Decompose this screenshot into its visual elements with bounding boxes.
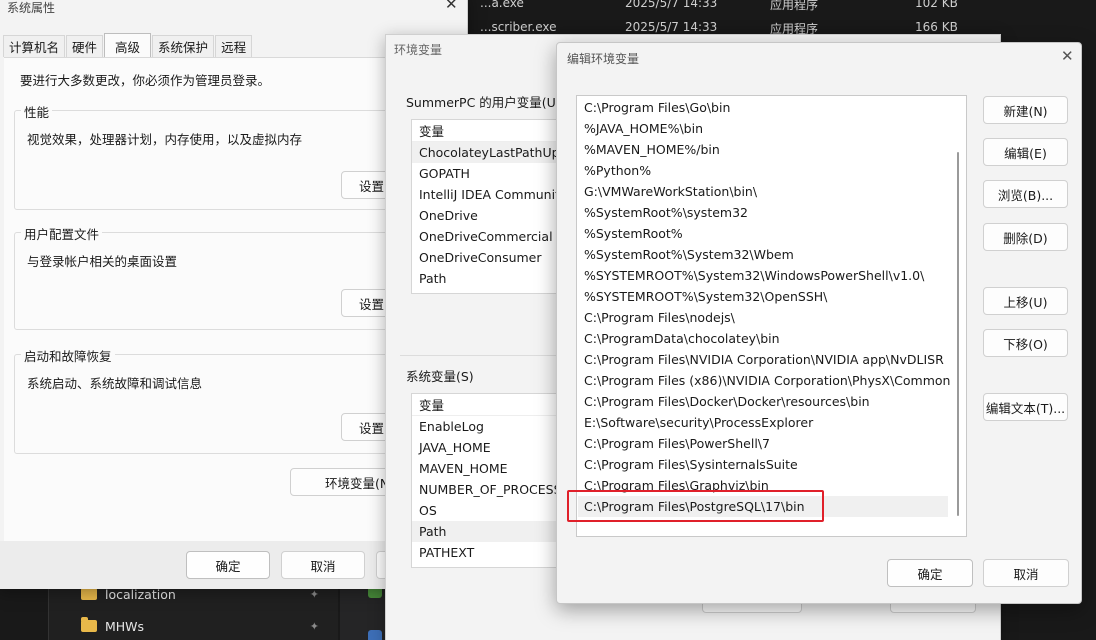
tab-system-protection[interactable]: 系统保护 — [152, 35, 215, 57]
path-item[interactable]: %SystemRoot%\system32 — [578, 202, 948, 223]
delete-button[interactable]: 删除(D) — [983, 223, 1068, 251]
file-size: 166 KB — [915, 20, 958, 34]
move-up-button[interactable]: 上移(U) — [983, 287, 1068, 315]
group-desc: 系统启动、系统故障和调试信息 — [27, 376, 203, 391]
new-button[interactable]: 新建(N) — [983, 96, 1068, 124]
group-desc: 与登录帐户相关的桌面设置 — [27, 254, 178, 269]
edit-button[interactable]: 编辑(E) — [983, 138, 1068, 166]
file-size: 102 KB — [915, 0, 958, 10]
explorer-sidebar: localization ✦ MHWs ✦ — [48, 580, 338, 640]
edit-text-button[interactable]: 编辑文本(T)... — [983, 393, 1068, 421]
tab-bar: 计算机名 硬件 高级 系统保护 远程 — [3, 33, 253, 58]
admin-note: 要进行大多数更改，你必须作为管理员登录。 — [20, 73, 271, 88]
group-title: 启动和故障恢复 — [21, 346, 115, 365]
path-item[interactable]: C:\ProgramData\chocolatey\bin — [578, 328, 948, 349]
path-item[interactable]: C:\Program Files\nodejs\ — [578, 307, 948, 328]
folder-icon — [81, 617, 97, 632]
sidebar-item-mhws[interactable]: MHWs ✦ — [81, 616, 331, 636]
close-icon[interactable]: ✕ — [1061, 47, 1074, 65]
ok-button[interactable]: 确定 — [887, 559, 973, 587]
edit-environment-variable-window: 编辑环境变量 ✕ C:\Program Files\Go\bin %JAVA_H… — [556, 42, 1082, 604]
system-variables-label: 系统变量(S) — [406, 369, 474, 384]
path-item[interactable]: C:\Program Files\PowerShell\7 — [578, 433, 948, 454]
path-item-selected[interactable]: C:\Program Files\PostgreSQL\17\bin — [578, 496, 948, 517]
cancel-button[interactable]: 取消 — [983, 559, 1069, 587]
file-row[interactable]: ...a.exe 2025/5/7 14:33 应用程序 102 KB — [470, 0, 990, 12]
file-date: 2025/5/7 14:33 — [625, 20, 718, 34]
path-item[interactable]: %SYSTEMROOT%\System32\WindowsPowerShell\… — [578, 265, 948, 286]
path-item[interactable]: %SystemRoot% — [578, 223, 948, 244]
ok-button[interactable]: 确定 — [186, 551, 270, 579]
group-title: 用户配置文件 — [21, 224, 103, 243]
path-item[interactable]: G:\VMWareWorkStation\bin\ — [578, 181, 948, 202]
app-icon[interactable] — [368, 630, 382, 640]
close-icon[interactable]: ✕ — [445, 0, 458, 13]
path-item[interactable]: %JAVA_HOME%\bin — [578, 118, 948, 139]
path-item[interactable]: E:\Software\security\ProcessExplorer — [578, 412, 948, 433]
window-title: 系统属性 — [7, 1, 56, 15]
taskbar-strip — [340, 580, 386, 640]
group-title: 性能 — [21, 102, 53, 121]
vertical-scrollbar[interactable] — [957, 152, 959, 516]
file-date: 2025/5/7 14:33 — [625, 0, 718, 10]
path-item[interactable]: C:\Program Files (x86)\NVIDIA Corporatio… — [578, 370, 950, 391]
group-desc: 视觉效果，处理器计划，内存使用，以及虚拟内存 — [27, 132, 303, 147]
pin-icon[interactable]: ✦ — [310, 588, 319, 601]
file-row[interactable]: ...scriber.exe 2025/5/7 14:33 应用程序 166 K… — [470, 20, 990, 36]
tab-remote[interactable]: 远程 — [215, 35, 253, 57]
user-variables-label: SummerPC 的用户变量(U) — [406, 95, 561, 110]
tab-hardware[interactable]: 硬件 — [66, 35, 104, 57]
file-name: ...scriber.exe — [480, 20, 557, 34]
path-item[interactable]: %Python% — [578, 160, 948, 181]
browse-button[interactable]: 浏览(B)... — [983, 180, 1068, 208]
window-title: 编辑环境变量 — [567, 52, 640, 66]
file-type: 应用程序 — [770, 0, 819, 12]
path-item[interactable]: C:\Program Files\Docker\Docker\resources… — [578, 391, 948, 412]
sidebar-item-label: MHWs — [105, 618, 145, 634]
pin-icon[interactable]: ✦ — [310, 620, 319, 633]
folder-icon — [81, 585, 97, 600]
path-item[interactable]: C:\Program Files\Go\bin — [578, 97, 948, 118]
path-item[interactable]: C:\Program Files\Graphviz\bin — [578, 475, 948, 496]
file-name: ...a.exe — [480, 0, 524, 10]
path-item[interactable]: C:\Program Files\SysinternalsSuite — [578, 454, 948, 475]
path-item[interactable]: %SystemRoot%\System32\Wbem — [578, 244, 948, 265]
window-title: 环境变量 — [394, 43, 443, 57]
path-item[interactable]: C:\Program Files\NVIDIA Corporation\NVID… — [578, 349, 948, 370]
tab-computer-name[interactable]: 计算机名 — [3, 35, 66, 57]
path-list: C:\Program Files\Go\bin %JAVA_HOME%\bin … — [576, 95, 967, 537]
move-down-button[interactable]: 下移(O) — [983, 329, 1068, 357]
path-item[interactable]: %MAVEN_HOME%/bin — [578, 139, 948, 160]
path-item[interactable]: %SYSTEMROOT%\System32\OpenSSH\ — [578, 286, 948, 307]
cancel-button[interactable]: 取消 — [281, 551, 365, 579]
tab-advanced[interactable]: 高级 — [104, 33, 152, 58]
